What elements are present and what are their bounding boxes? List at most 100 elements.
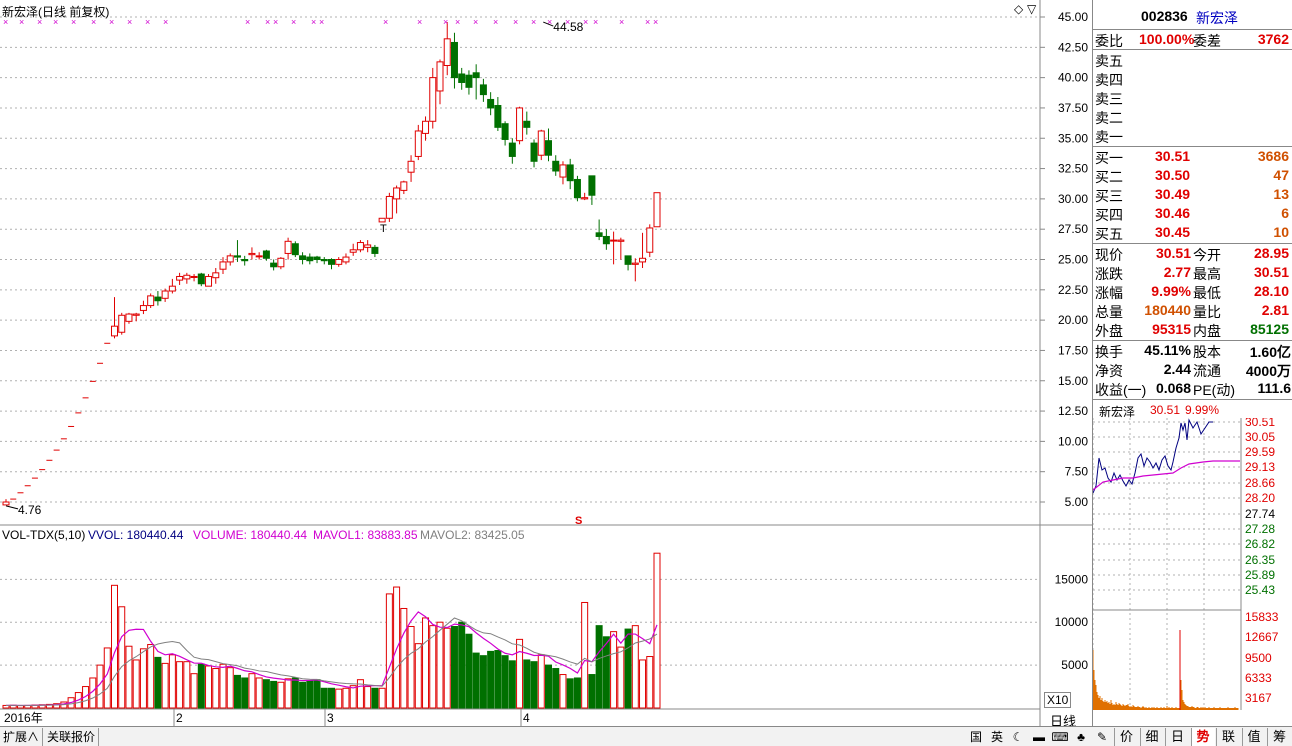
volume-bar xyxy=(443,627,451,709)
volume-bar xyxy=(508,660,516,709)
candle xyxy=(335,257,343,267)
panel-tab[interactable]: 价 xyxy=(1114,728,1138,746)
sell-row: 卖三 xyxy=(1093,88,1292,107)
candle-body xyxy=(342,256,350,263)
candle xyxy=(154,291,162,306)
candle-body xyxy=(443,38,451,66)
candle-body xyxy=(219,261,227,270)
candle-body xyxy=(465,74,473,88)
english-icon[interactable]: 英 xyxy=(987,728,1007,746)
t-marker: T xyxy=(380,223,387,235)
stat-label: 涨幅 xyxy=(1095,285,1123,301)
volume-bar xyxy=(450,626,458,709)
candle-body xyxy=(501,123,509,140)
volume-bar xyxy=(183,661,191,709)
s-marker: S xyxy=(575,515,582,527)
volume-bar xyxy=(139,648,147,709)
gamepad-icon[interactable]: ▬ xyxy=(1029,728,1049,746)
scroll-down-icon[interactable]: ▽ xyxy=(1027,2,1036,16)
buy-row[interactable]: 买二 30.50 47 xyxy=(1093,166,1292,185)
volume-bar xyxy=(537,654,545,709)
candle xyxy=(291,241,299,258)
candle-body xyxy=(335,259,343,265)
mavol1-label: MAVOL1: 83883.85 xyxy=(313,528,418,542)
keyboard-icon[interactable]: ⌨ xyxy=(1050,728,1070,746)
moon-icon[interactable]: ☾ xyxy=(1008,728,1028,746)
stat-value: 9.99% xyxy=(1151,283,1191,299)
date-year-label: 2016年 xyxy=(4,711,43,725)
candle xyxy=(653,192,661,228)
volume-bar xyxy=(646,656,654,709)
sell-label: 卖一 xyxy=(1095,129,1123,145)
volume-bar xyxy=(118,606,126,709)
candle xyxy=(422,116,430,141)
mini-vol-label: 3167 xyxy=(1245,691,1272,705)
candle xyxy=(494,97,502,131)
volume-bar xyxy=(458,621,466,709)
vol-unit-label: X10 xyxy=(1044,692,1072,708)
buy-row[interactable]: 买五 30.45 10 xyxy=(1093,223,1292,242)
tab-related-quotes[interactable]: 关联报价 xyxy=(44,728,100,746)
buy-row[interactable]: 买四 30.46 6 xyxy=(1093,204,1292,223)
month-label: 3 xyxy=(327,711,334,725)
vol-indicator-name: VOL-TDX(5,10) xyxy=(2,528,86,542)
price-tick-label: 20.00 xyxy=(1058,313,1088,327)
candle xyxy=(573,175,581,202)
stat-label-2: 今开 xyxy=(1193,247,1221,263)
candle-body xyxy=(537,130,545,156)
diamond-icon[interactable]: ◇ xyxy=(1014,2,1023,16)
kline-chart-area[interactable]: 45.00 42.50 40.00 37.50 35.00 32.50 30.00 27.50… xyxy=(0,0,1092,746)
low-marker-label: 4.76 xyxy=(18,503,42,517)
chart-title: 新宏泽(日线 前复权) xyxy=(2,5,110,19)
panel-tab[interactable]: 日 xyxy=(1165,728,1189,746)
candle xyxy=(118,312,126,335)
volume-bar xyxy=(147,644,155,709)
panel-tab[interactable]: 筹 xyxy=(1267,728,1291,746)
tab-expand[interactable]: 扩展∧ xyxy=(0,728,44,746)
candle-body xyxy=(270,262,278,268)
intraday-mini-chart[interactable]: 30.5130.0529.5929.13 28.6628.20 27.7427.28… xyxy=(1093,418,1292,718)
mini-price-label: 30.05 xyxy=(1245,430,1275,444)
candle xyxy=(168,278,176,294)
stat-value: 95315 xyxy=(1152,321,1191,337)
kline-svg[interactable]: 45.0042.5040.0037.5035.0032.5030.0027.50… xyxy=(0,0,1092,726)
country-flag-icon[interactable]: 国 xyxy=(966,728,986,746)
mini-price-label: 25.89 xyxy=(1245,568,1275,582)
candle xyxy=(530,139,538,168)
panel-tab[interactable]: 联 xyxy=(1216,728,1240,746)
vol-tick-label: 10000 xyxy=(1055,615,1089,629)
candle xyxy=(501,121,509,146)
volume-bar xyxy=(205,665,213,709)
candle xyxy=(602,229,610,250)
candle-body xyxy=(125,313,133,322)
candle-body xyxy=(132,313,140,316)
candle xyxy=(624,255,632,271)
candle-body xyxy=(508,142,516,157)
candle xyxy=(393,185,401,214)
candle xyxy=(516,106,524,145)
sell-row: 卖四 xyxy=(1093,69,1292,88)
panel-tab[interactable]: 值 xyxy=(1241,728,1266,746)
candle xyxy=(429,67,437,129)
panel-tab[interactable]: 细 xyxy=(1139,728,1164,746)
volume-bar xyxy=(465,633,473,709)
fund-value: 45.11% xyxy=(1144,342,1191,358)
buy-row[interactable]: 买一 30.51 3686 xyxy=(1093,147,1292,166)
wrench-icon[interactable]: ✎ xyxy=(1092,728,1112,746)
volume-bar xyxy=(631,625,639,709)
candle xyxy=(465,70,473,95)
fund-row: 收益(一) 0.068 PE(动) 111.6 xyxy=(1093,379,1292,398)
buy-row[interactable]: 买三 30.49 13 xyxy=(1093,185,1292,204)
volume-bar xyxy=(306,680,314,709)
buy-label: 买五 xyxy=(1095,226,1123,242)
candle xyxy=(559,161,567,185)
vol-tick-label: 15000 xyxy=(1055,572,1089,586)
volume-bar xyxy=(378,687,386,709)
panel-tab[interactable]: 势 xyxy=(1190,728,1215,746)
volume-bar xyxy=(299,681,307,709)
candle-body xyxy=(588,175,596,196)
mini-price-label: 27.74 xyxy=(1245,507,1275,521)
volume-bar xyxy=(176,661,184,709)
sell-label: 卖二 xyxy=(1095,110,1123,126)
shirt-icon[interactable]: ♣ xyxy=(1071,728,1091,746)
